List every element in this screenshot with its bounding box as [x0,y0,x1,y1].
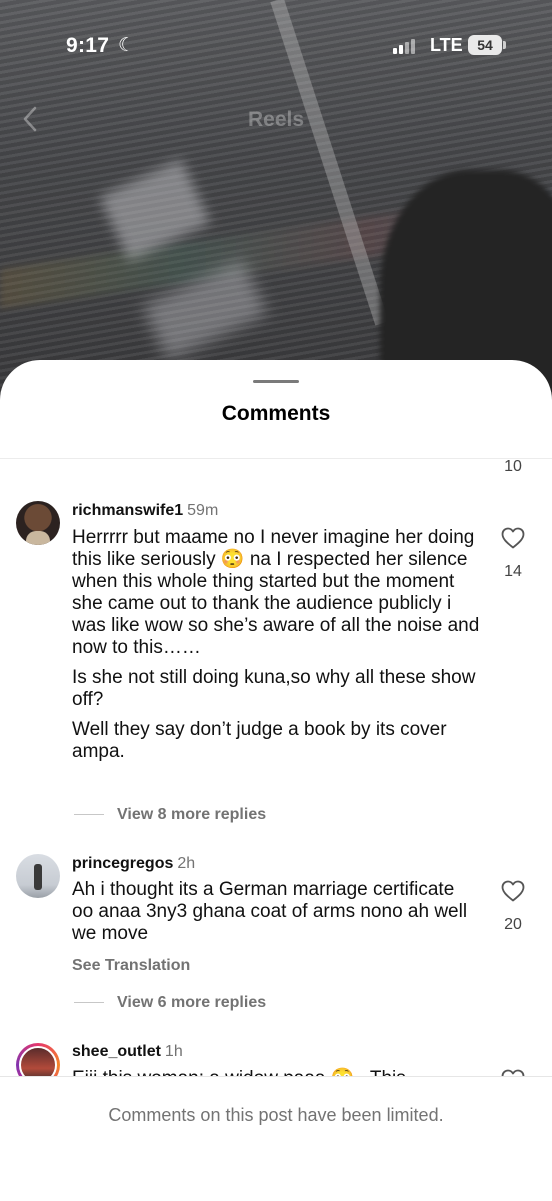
comment-time: 59m [187,502,219,519]
comments-limited-notice: Comments on this post have been limited. [108,1105,444,1125]
heart-icon[interactable] [501,527,525,549]
header-title: Reels [247,108,305,131]
comment-text: Ah i thought its a German marriage certi… [72,879,480,953]
sheet-divider [0,458,552,459]
comment-paragraph: Ah i thought its a German marriage certi… [72,879,468,944]
comment-username[interactable]: princegregos 2h [72,855,195,873]
battery-tip [503,41,506,49]
comment-time: 1h [164,1043,183,1060]
comment-paragraph: Well they say don’t judge a book by its … [72,719,447,762]
sheet-title: Comments [221,402,331,425]
comment-paragraph: Herrrrr but maame no I never imagine her… [72,527,480,658]
comments-limited-footer: Comments on this post have been limited. [0,1076,552,1201]
view-replies-button[interactable]: View 8 more replies [74,806,266,824]
username-text[interactable]: princegregos [72,855,173,872]
like-count: 20 [504,916,522,933]
cellular-signal-icon [393,38,419,54]
comment-paragraph: Is she not still doing kuna,so why all t… [72,667,476,710]
comment-username[interactable]: shee_outlet 1h [72,1043,183,1061]
view-replies-label[interactable]: View 8 more replies [117,806,266,823]
status-time: 9:17 [66,34,110,57]
avatar[interactable] [16,501,60,545]
comments-sheet: Comments 10 richmanswife1 59m Herrrrr but… [0,360,552,1200]
network-type: LTE [430,35,463,55]
view-replies-button[interactable]: View 6 more replies [74,994,266,1012]
see-translation-button[interactable]: See Translation [72,957,190,975]
previous-comment-like-count: 10 [504,458,522,475]
comment-username[interactable]: richmanswife1 59m [72,502,218,520]
avatar[interactable] [16,854,60,898]
comment-text: Herrrrr but maame no I never imagine her… [72,527,480,771]
reply-divider-line [74,1002,104,1004]
battery-icon: 54 [468,35,502,55]
reply-divider-line [74,814,104,816]
status-bar: 9:17 ☾ LTE 54 [0,0,552,90]
username-text[interactable]: richmanswife1 [72,502,183,519]
like-count: 14 [504,563,522,580]
username-text[interactable]: shee_outlet [72,1043,161,1060]
heart-icon[interactable] [501,880,525,902]
sheet-grabber-handle[interactable] [253,380,299,383]
view-replies-label[interactable]: View 6 more replies [117,994,266,1011]
moon-icon: ☾ [118,35,136,56]
comment-time: 2h [177,855,196,872]
